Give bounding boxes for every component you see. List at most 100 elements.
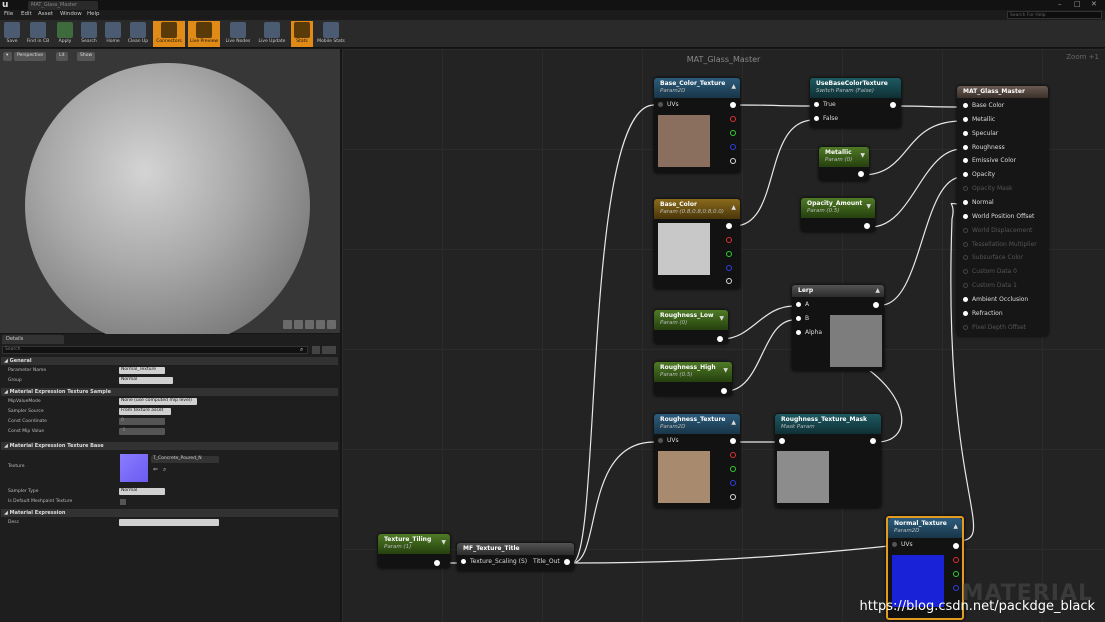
section-texture-base[interactable]: ◢ Material Expression Texture Base xyxy=(1,442,338,450)
sphere-icon[interactable] xyxy=(294,320,303,329)
view-options-icon[interactable] xyxy=(312,346,320,354)
pin-texture-scaling[interactable]: Texture_Scaling (S) xyxy=(461,558,527,565)
sampler-type-select[interactable]: Normal xyxy=(119,488,165,495)
close-icon[interactable]: ✕ xyxy=(1091,0,1097,8)
output-pin[interactable] xyxy=(890,102,896,108)
group-select[interactable]: Normal xyxy=(119,377,173,384)
collapse-icon[interactable]: ▼ xyxy=(860,152,865,159)
material-input-pin[interactable]: Refraction xyxy=(963,310,1003,317)
preview-viewport[interactable]: ▾ Perspective Lit Show xyxy=(0,49,340,348)
output-pin[interactable] xyxy=(870,438,876,444)
pin-uvs[interactable]: UVs xyxy=(658,101,679,108)
material-input-pin[interactable]: Custom Data 1 xyxy=(963,282,1017,289)
pin-a[interactable]: A xyxy=(796,301,809,308)
output-pin-rgb[interactable] xyxy=(730,438,736,444)
node-opacity-amount[interactable]: Opacity_Amount Param (0.5) ▼ xyxy=(801,198,875,232)
mobile-stats-button[interactable]: Mobile Stats xyxy=(315,21,347,47)
pin-alpha[interactable]: Alpha xyxy=(796,329,822,336)
find-in-cb-button[interactable]: Find in CB xyxy=(24,21,52,47)
node-roughness-low[interactable]: Roughness_Low Param (0) ▼ xyxy=(654,310,728,344)
output-pin-rgb[interactable] xyxy=(730,102,736,108)
output-pin-rgb[interactable] xyxy=(726,223,732,229)
menu-file[interactable]: File xyxy=(4,11,13,17)
section-material-expression[interactable]: ◢ Material Expression xyxy=(1,509,338,517)
output-pin-a[interactable] xyxy=(730,494,736,500)
output-pin-g[interactable] xyxy=(730,130,736,136)
home-button[interactable]: Home xyxy=(102,21,124,47)
mip-mode-select[interactable]: None (use computed mip level) xyxy=(119,398,197,405)
output-pin-b[interactable] xyxy=(953,585,959,591)
pin-false[interactable]: False xyxy=(814,115,838,122)
pin-uvs[interactable]: UVs xyxy=(658,437,679,444)
material-input-pin[interactable]: Metallic xyxy=(963,116,995,123)
lit-button[interactable]: Lit xyxy=(56,52,68,61)
minimize-icon[interactable]: – xyxy=(1058,0,1062,8)
collapse-icon[interactable]: ▼ xyxy=(441,539,446,546)
stats-button[interactable]: Stats xyxy=(291,21,313,47)
texture-thumbnail[interactable] xyxy=(120,454,148,482)
texture-asset-select[interactable]: T_Concrete_Poured_N xyxy=(151,456,219,463)
material-input-pin[interactable]: Normal xyxy=(963,199,994,206)
maximize-icon[interactable]: □ xyxy=(1074,0,1081,8)
output-pin-r[interactable] xyxy=(730,116,736,122)
material-input-pin[interactable]: Subsurface Color xyxy=(963,254,1023,261)
node-mf-texture-title[interactable]: MF_Texture_Title Texture_Scaling (S) Tit… xyxy=(457,543,574,571)
node-base-color[interactable]: Base_Color Param (0.8,0.8,0.8,0.0) ▲ xyxy=(654,199,740,289)
material-input-pin[interactable]: Pixel Depth Offset xyxy=(963,324,1026,331)
output-pin-g[interactable] xyxy=(726,251,732,257)
sampler-source-select[interactable]: From texture asset xyxy=(119,408,171,415)
material-graph[interactable]: MAT_Glass_Master Zoom +1 Base_Color_Text… xyxy=(342,49,1105,622)
cube-icon[interactable] xyxy=(316,320,325,329)
cylinder-icon[interactable] xyxy=(283,320,292,329)
collapse-icon[interactable]: ▲ xyxy=(731,419,736,426)
section-general[interactable]: ◢ General xyxy=(1,357,338,365)
section-texture-sample[interactable]: ◢ Material Expression Texture Sample xyxy=(1,388,338,396)
collapse-icon[interactable]: ▼ xyxy=(866,203,871,210)
output-pin[interactable] xyxy=(564,559,570,565)
const-coordinate-field[interactable]: 0 xyxy=(119,418,165,425)
teapot-icon[interactable] xyxy=(327,320,336,329)
output-pin[interactable] xyxy=(873,302,879,308)
perspective-button[interactable]: Perspective xyxy=(14,52,47,61)
material-input-pin[interactable]: Tessellation Multiplier xyxy=(963,241,1037,248)
pin-b[interactable]: B xyxy=(796,315,809,322)
live-update-button[interactable]: Live Update xyxy=(256,21,288,47)
material-input-pin[interactable]: Roughness xyxy=(963,144,1005,151)
details-search-input[interactable]: Search xyxy=(2,346,308,354)
material-input-pin[interactable]: Base Color xyxy=(963,102,1004,109)
parameter-name-field[interactable]: Normal_Texture xyxy=(119,367,165,374)
material-input-pin[interactable]: Opacity Mask xyxy=(963,185,1012,192)
save-button[interactable]: Save xyxy=(2,21,22,47)
viewport-menu-icon[interactable]: ▾ xyxy=(3,52,12,61)
collapse-icon[interactable]: ▲ xyxy=(731,83,736,90)
browse-icon[interactable]: ⌕ xyxy=(163,466,166,474)
show-button[interactable]: Show xyxy=(77,52,96,61)
output-pin-rgb[interactable] xyxy=(953,543,959,549)
collapse-icon[interactable]: ▲ xyxy=(953,523,958,530)
material-input-pin[interactable]: Custom Data 0 xyxy=(963,268,1017,275)
node-lerp[interactable]: Lerp ▲ A B Alpha xyxy=(792,285,884,371)
document-tab[interactable]: MAT_Glass_Master xyxy=(28,1,98,10)
collapse-icon[interactable]: ▼ xyxy=(723,367,728,374)
menu-help[interactable]: Help xyxy=(87,11,100,17)
use-selected-icon[interactable]: ⇐ xyxy=(153,466,158,473)
node-roughness-texture-mask[interactable]: Roughness_Texture_Mask Mask Param xyxy=(775,414,881,508)
output-pin-g[interactable] xyxy=(730,466,736,472)
plane-icon[interactable] xyxy=(305,320,314,329)
output-pin-r[interactable] xyxy=(730,452,736,458)
live-preview-button[interactable]: Live Preview xyxy=(188,21,220,47)
help-search-input[interactable]: Search For Help xyxy=(1007,11,1102,19)
clean-up-button[interactable]: Clean Up xyxy=(126,21,150,47)
output-pin-a[interactable] xyxy=(726,278,732,284)
const-mip-field[interactable]: -1 xyxy=(119,428,165,435)
node-texture-tiling[interactable]: Texture_Tiling Param (1) ▼ xyxy=(378,534,450,568)
menu-edit[interactable]: Edit xyxy=(21,11,32,17)
node-roughness-high[interactable]: Roughness_High Param (0.5) ▼ xyxy=(654,362,732,396)
output-pin-b[interactable] xyxy=(730,480,736,486)
output-pin-b[interactable] xyxy=(730,144,736,150)
pin-uvs[interactable]: UVs xyxy=(892,541,913,548)
menu-window[interactable]: Window xyxy=(60,11,82,17)
input-pin[interactable] xyxy=(779,438,785,444)
node-metallic[interactable]: Metallic Param (0) ▼ xyxy=(819,147,869,181)
collapse-icon[interactable]: ▲ xyxy=(875,287,880,294)
